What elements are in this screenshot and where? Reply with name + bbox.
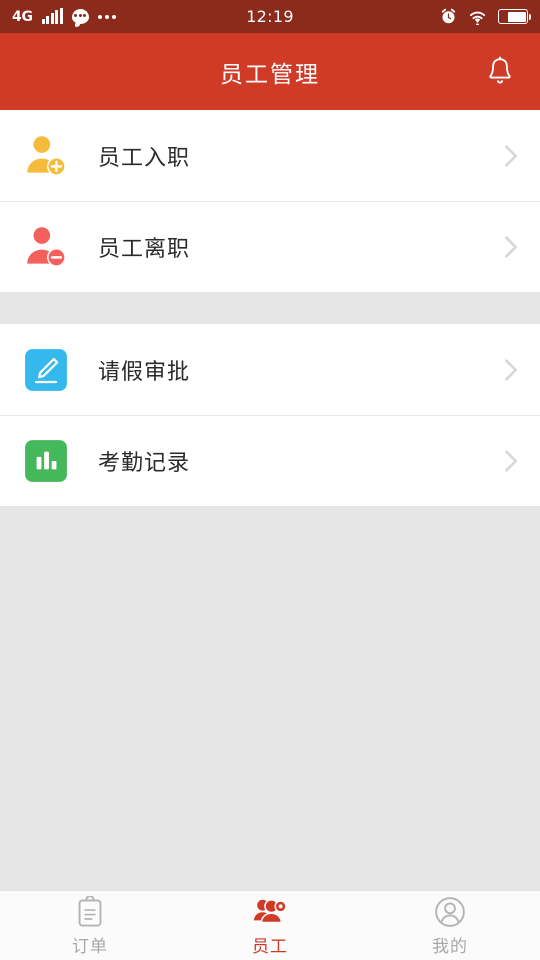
person-circle-icon: [434, 895, 466, 929]
user-remove-icon: [18, 219, 74, 275]
chevron-right-icon: [505, 358, 517, 381]
pencil-edit-icon: [18, 342, 74, 398]
section-divider: [0, 292, 540, 324]
empty-area: [0, 506, 540, 890]
menu-group-attendance: 请假审批 考勤记录: [0, 324, 540, 506]
tab-label: 我的: [432, 936, 468, 957]
more-dots-icon: [97, 14, 116, 19]
status-bar-left: 4G: [12, 8, 116, 25]
tab-orders[interactable]: 订单: [0, 891, 180, 960]
bar-chart-icon: [18, 433, 74, 489]
menu-item-label: 员工离职: [98, 236, 191, 262]
app-screen: 4G 12:19 员工管理 员工入职 员工离职 请假审批 考勤记录 订单 员工 …: [0, 0, 540, 960]
clipboard-icon: [75, 895, 105, 929]
menu-item-label: 请假审批: [98, 359, 191, 385]
tab-label: 订单: [72, 936, 108, 957]
alarm-clock-icon: [441, 8, 456, 24]
page-title: 员工管理: [220, 61, 320, 88]
menu-item-attendance-record[interactable]: 考勤记录: [0, 415, 540, 506]
status-bar: 4G 12:19: [0, 0, 540, 33]
menu-item-label: 考勤记录: [98, 450, 191, 476]
people-gear-icon: [253, 895, 287, 929]
signal-bars-icon: [41, 8, 63, 24]
menu-item-leave-approval[interactable]: 请假审批: [0, 324, 540, 415]
chevron-right-icon: [505, 449, 517, 472]
chevron-right-icon: [505, 144, 517, 167]
menu-item-label: 员工入职: [98, 145, 191, 171]
tab-label: 员工: [252, 936, 288, 957]
tab-profile[interactable]: 我的: [360, 891, 540, 960]
chevron-right-icon: [505, 235, 517, 258]
wifi-icon: [469, 11, 486, 25]
app-header: 员工管理: [0, 33, 540, 110]
chat-bubble-icon: [71, 9, 89, 24]
menu-item-offboarding[interactable]: 员工离职: [0, 201, 540, 292]
network-type-label: 4G: [12, 8, 33, 25]
tab-staff[interactable]: 员工: [180, 891, 360, 960]
main-content: 员工入职 员工离职 请假审批 考勤记录: [0, 110, 540, 890]
user-add-icon: [18, 128, 74, 184]
menu-item-onboarding[interactable]: 员工入职: [0, 110, 540, 201]
bottom-tab-bar: 订单 员工 我的: [0, 890, 540, 960]
battery-icon: [498, 9, 531, 24]
status-bar-right: [440, 8, 531, 25]
bell-icon[interactable]: [485, 56, 515, 88]
menu-group-staff: 员工入职 员工离职: [0, 110, 540, 292]
